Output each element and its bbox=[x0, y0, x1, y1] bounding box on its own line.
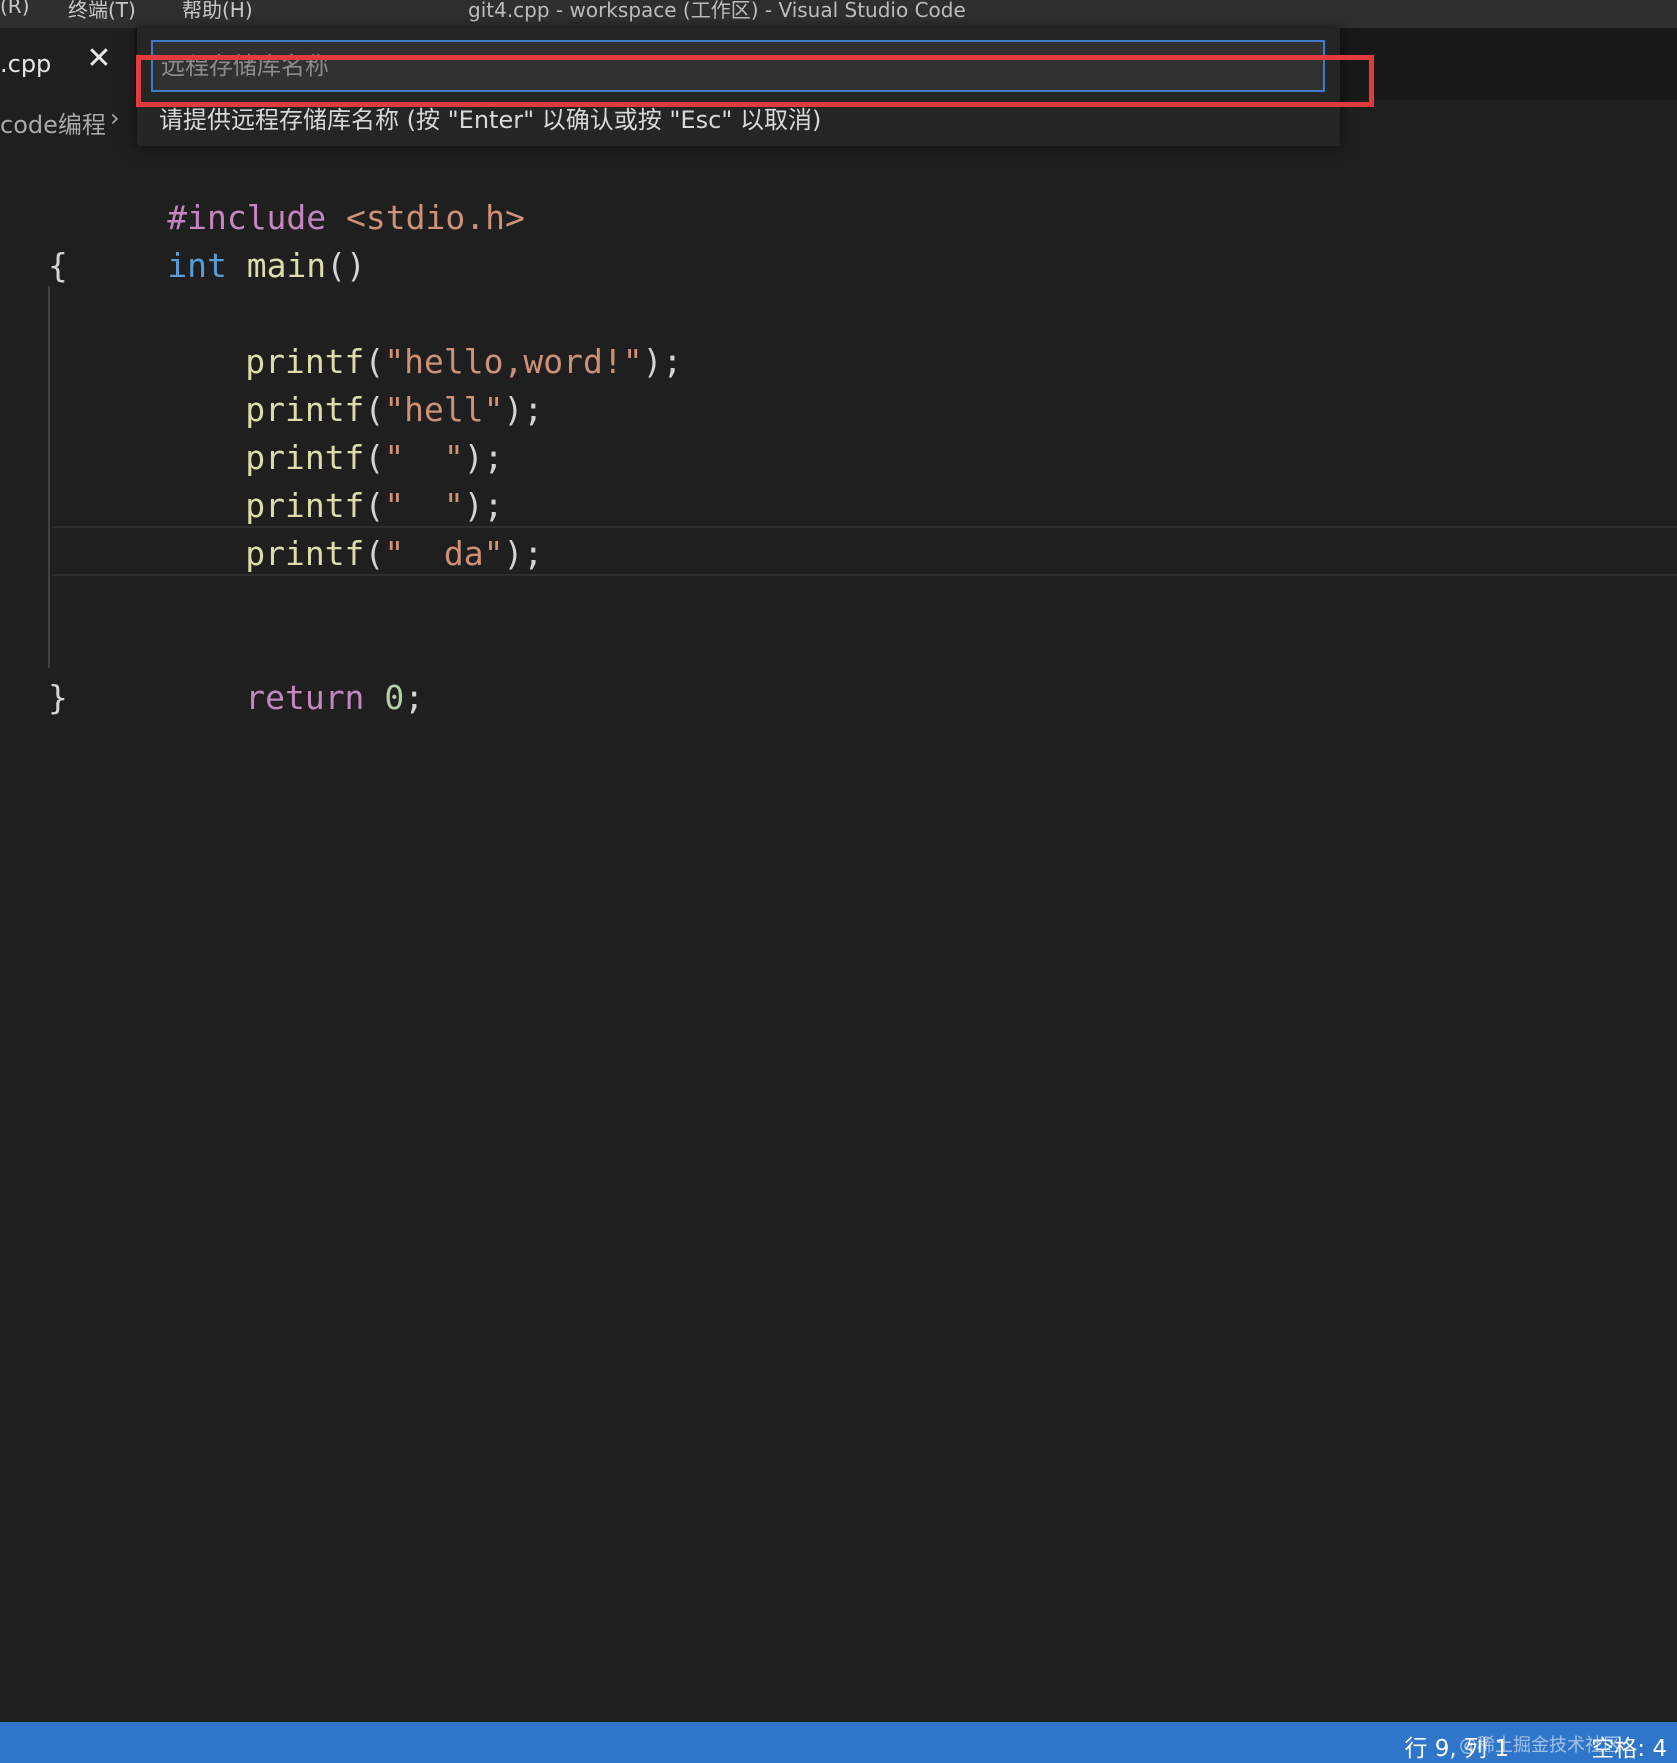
string-literal: " da" bbox=[384, 534, 504, 573]
close-paren: ); bbox=[503, 390, 544, 429]
code-line-3: { bbox=[48, 246, 68, 285]
code-line-1: #include <stdio.h> bbox=[48, 146, 525, 237]
indent-guide bbox=[48, 286, 50, 668]
title-bar: (R) 终端(T) 帮助(H) git4.cpp - workspace (工作… bbox=[0, 0, 1677, 28]
tab-label: .cpp bbox=[0, 50, 52, 78]
menu-item-terminal[interactable]: 终端(T) bbox=[68, 0, 136, 23]
breadcrumb-item-folder[interactable]: code编程 bbox=[0, 105, 106, 140]
window-title: git4.cpp - workspace (工作区) - Visual Stud… bbox=[468, 0, 966, 22]
call-name: printf bbox=[245, 534, 365, 573]
code-line-7: printf(" "); bbox=[126, 434, 503, 525]
menu-item-run[interactable]: (R) bbox=[0, 0, 30, 18]
open-paren: ( bbox=[364, 534, 385, 573]
parens: () bbox=[326, 246, 366, 285]
return-keyword: return bbox=[245, 678, 365, 717]
include-header: <stdio.h> bbox=[346, 198, 525, 237]
code-line-12: } bbox=[48, 678, 68, 717]
close-paren: ); bbox=[642, 342, 683, 381]
type-keyword: int bbox=[167, 246, 227, 285]
code-editor[interactable]: #include <stdio.h> int main() { printf("… bbox=[0, 142, 1677, 1722]
close-paren: ); bbox=[503, 534, 544, 573]
code-line-11: return 0; bbox=[126, 626, 424, 717]
semicolon: ; bbox=[404, 678, 425, 717]
function-name: main bbox=[246, 246, 327, 285]
indentation-setting[interactable]: 空格: 4 bbox=[1591, 1729, 1667, 1763]
code-line-2: int main() bbox=[48, 194, 366, 285]
close-icon[interactable]: ✕ bbox=[84, 44, 114, 74]
code-line-8: printf(" da"); bbox=[126, 482, 543, 573]
tab-git4-cpp[interactable]: .cpp ✕ bbox=[0, 28, 135, 100]
menu-item-help[interactable]: 帮助(H) bbox=[182, 0, 253, 23]
status-bar: 行 9, 列 1 @稀土掘金技术社区 空格: 4 bbox=[0, 1722, 1677, 1763]
chevron-right-icon: › bbox=[110, 104, 120, 132]
annotation-highlight-box bbox=[136, 55, 1374, 107]
number-literal: 0 bbox=[384, 678, 405, 717]
code-line-5: printf("hell"); bbox=[126, 338, 543, 429]
code-line-4: printf("hello,word!"); bbox=[126, 290, 682, 381]
vscode-window: (R) 终端(T) 帮助(H) git4.cpp - workspace (工作… bbox=[0, 0, 1677, 1763]
code-line-6: printf(" "); bbox=[126, 386, 503, 477]
